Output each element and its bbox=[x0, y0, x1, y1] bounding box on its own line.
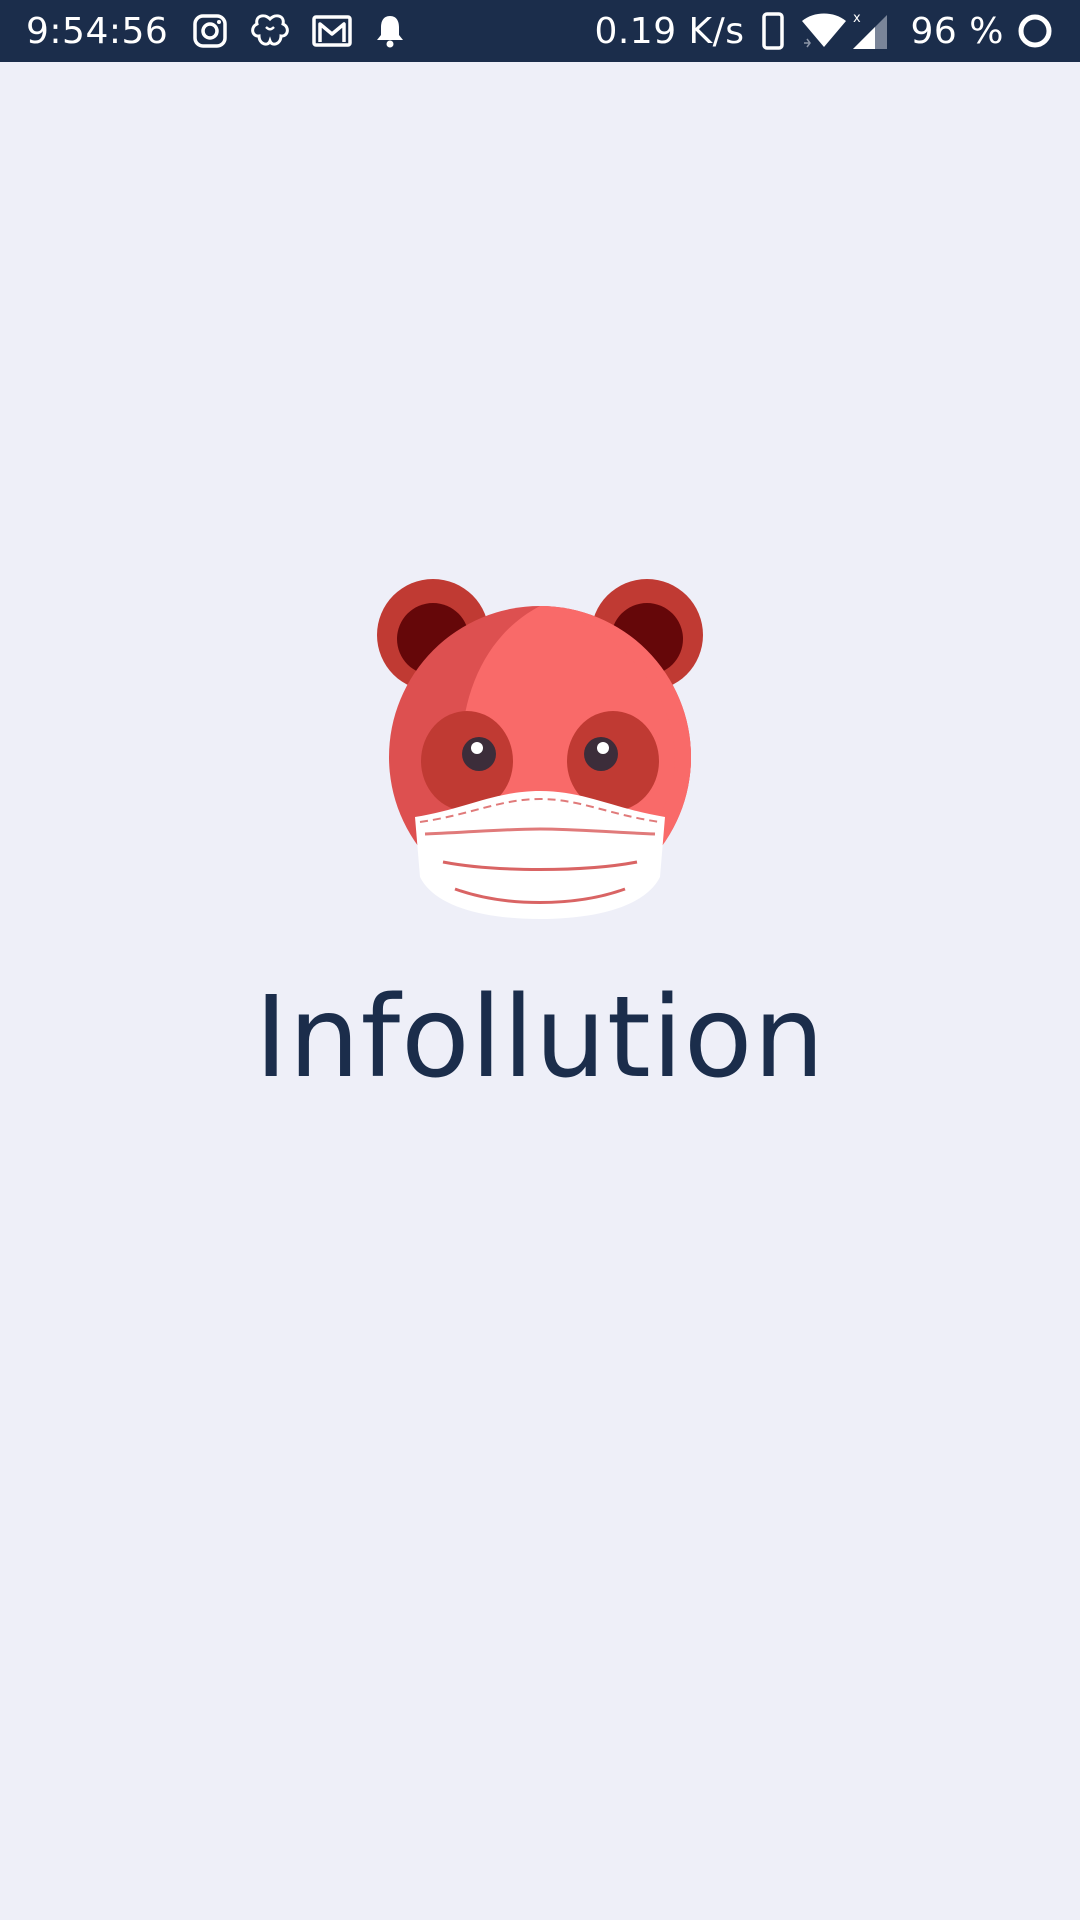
app-title: Infollution bbox=[254, 973, 826, 1103]
status-bar-left: 9:54:56 bbox=[26, 0, 406, 62]
signal-icon: x bbox=[851, 11, 891, 51]
bell-icon bbox=[374, 13, 406, 49]
instagram-icon bbox=[192, 13, 228, 49]
wifi-icon bbox=[801, 13, 847, 49]
phone-icon bbox=[761, 12, 785, 50]
battery-ring-icon bbox=[1016, 12, 1054, 50]
battery-level: 96 % bbox=[910, 10, 1004, 52]
clover-icon bbox=[250, 13, 290, 49]
gmail-icon bbox=[312, 14, 353, 48]
status-bar: 9:54:56 0.19 K/s x 96 % bbox=[0, 0, 1080, 62]
svg-text:x: x bbox=[853, 11, 861, 26]
status-bar-right: 0.19 K/s x 96 % bbox=[594, 0, 1054, 62]
panda-mask-logo-icon bbox=[375, 577, 705, 922]
splash-screen: Infollution bbox=[0, 62, 1080, 1920]
network-speed: 0.19 K/s bbox=[594, 10, 745, 52]
status-time: 9:54:56 bbox=[26, 10, 169, 52]
